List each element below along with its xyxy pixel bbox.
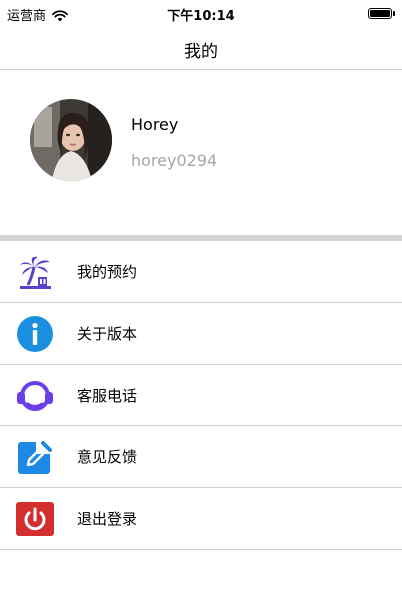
menu-item-logout[interactable]: 退出登录 [0,488,402,550]
page-title: 我的 [184,42,218,62]
info-icon [16,315,54,353]
menu-item-about-version[interactable]: 关于版本 [0,303,402,365]
profile-name: Horey [131,115,179,134]
power-icon [16,500,54,538]
menu-item-customer-service[interactable]: 客服电话 [0,365,402,427]
avatar[interactable] [30,99,112,181]
status-time: 下午10:14 [167,9,235,24]
navigation-bar: 我的 [0,26,402,70]
headset-icon [16,377,54,415]
menu-item-label: 客服电话 [77,386,138,405]
battery-cap [393,11,395,16]
edit-icon [16,438,54,476]
menu-item-my-appointments[interactable]: 我的预约 [0,241,402,303]
menu-item-label: 我的预约 [77,263,138,281]
menu-item-label: 关于版本 [77,324,138,343]
menu-list: 我的预约 关于版本 客服电话 意见反馈 退出登录 [0,241,402,550]
palm-tree-icon [16,253,54,291]
battery-icon [368,8,392,19]
menu-item-label: 意见反馈 [77,448,138,467]
status-bar: 运营商 下午10:14 [0,0,402,26]
profile-section[interactable]: Horey horey0294 [0,71,402,235]
menu-item-feedback[interactable]: 意见反馈 [0,426,402,489]
menu-item-label: 退出登录 [77,510,138,529]
profile-account: horey0294 [131,151,218,170]
